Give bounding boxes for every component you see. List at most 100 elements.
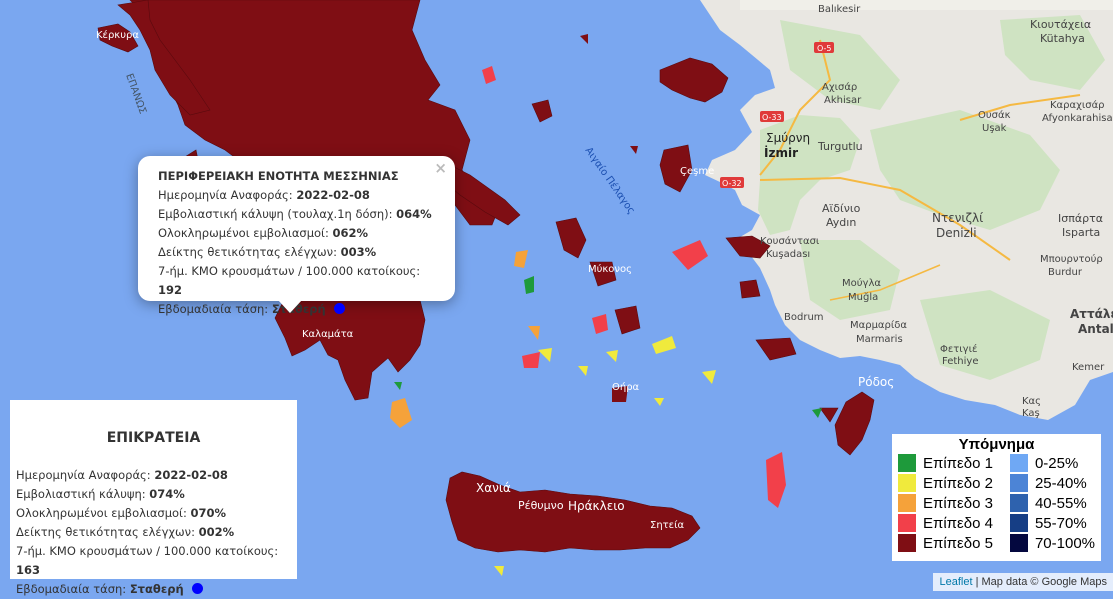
label-rethymno: Ρέθυμνο xyxy=(518,499,564,512)
popup-cases-row: 7-ήμ. ΚΜΟ κρουσμάτων / 100.000 κατοίκους… xyxy=(158,262,441,300)
popup-date-value: 2022-02-08 xyxy=(296,188,370,202)
popup-trend-label: Εβδομαδιαία τάση: xyxy=(158,302,269,316)
label-mugla: Muğla xyxy=(848,291,878,303)
map-data-credit: Map data © Google Maps xyxy=(981,576,1107,588)
legend-label: 55-70% xyxy=(1034,514,1087,532)
popup-full-value: 062% xyxy=(332,226,369,240)
legend-swatch xyxy=(1009,514,1028,532)
road-o33: O-33 xyxy=(762,113,782,122)
label-kutahya-gr: Κιουτάχεια xyxy=(1030,18,1091,31)
popup-title: ΠΕΡΙΦΕΡΕΙΑΚΗ ΕΝΟΤΗΤΑ ΜΕΣΣΗΝΙΑΣ xyxy=(158,169,399,183)
label-denizli: Denizli xyxy=(936,226,977,240)
label-irakleio: Ηράκλειο xyxy=(568,499,625,513)
label-kusadasi: Kuşadası xyxy=(766,249,810,260)
label-smyrni: Σμύρνη xyxy=(766,131,810,145)
trend-dot-icon xyxy=(192,583,204,594)
legend-swatch xyxy=(898,534,916,552)
legend-label: 25-40% xyxy=(1034,474,1087,492)
popup-positivity-label: Δείκτης θετικότητας ελέγχων: xyxy=(158,245,337,259)
national-full-row: Ολοκληρωμένοι εμβολιασμοί: 070% xyxy=(16,504,291,523)
popup-tip xyxy=(278,300,302,313)
national-date-label: Ημερομηνία Αναφοράς: xyxy=(16,468,151,482)
popup-cases-label: 7-ήμ. ΚΜΟ κρουσμάτων / 100.000 κατοίκους… xyxy=(158,264,421,278)
legend-label: Επίπεδο 1 xyxy=(923,454,993,472)
legend-level-2: Επίπεδο 2 xyxy=(898,473,1010,493)
legend-swatch xyxy=(898,494,916,512)
legend-swatch xyxy=(1009,474,1028,492)
attribution-separator: | xyxy=(975,576,979,588)
label-izmir: İzmir xyxy=(764,145,798,160)
popup-close-button[interactable]: × xyxy=(434,159,447,178)
label-chesme: Çeşme xyxy=(680,166,714,177)
legend-levels: Επίπεδο 1 Επίπεδο 2 Επίπεδο 3 Επίπεδο 4 … xyxy=(898,453,1010,553)
road-o32: O-32 xyxy=(722,179,742,188)
legend-coverage-3: 40-55% xyxy=(1009,493,1095,513)
label-marmaris-gr: Μαρμαρίδα xyxy=(850,319,907,331)
label-karahisar-gr: Καραχισάρ xyxy=(1050,99,1105,111)
legend-label: Επίπεδο 4 xyxy=(923,514,993,532)
national-date-value: 2022-02-08 xyxy=(154,468,228,482)
legend-label: 70-100% xyxy=(1034,534,1096,552)
national-cases-value: 163 xyxy=(16,563,41,577)
label-kutahya: Kütahya xyxy=(1040,32,1085,45)
national-panel: ΕΠΙΚΡΑΤΕΙΑ Ημερομηνία Αναφοράς: 2022-02-… xyxy=(10,400,297,596)
label-kas: Kaş xyxy=(1022,408,1040,419)
popup-date-label: Ημερομηνία Αναφοράς: xyxy=(158,188,293,202)
popup-positivity-row: Δείκτης θετικότητας ελέγχων: 003% xyxy=(158,243,441,262)
national-cases-label: 7-ήμ. ΚΜΟ κρουσμάτων / 100.000 κατοίκους… xyxy=(16,544,279,558)
region-popup: × ΠΕΡΙΦΕΡΕΙΑΚΗ ΕΝΟΤΗΤΑ ΜΕΣΣΗΝΙΑΣ Ημερομη… xyxy=(138,156,455,316)
label-turgutlu: Turgutlu xyxy=(817,140,863,153)
label-kerkyra: Κέρκυρα xyxy=(96,29,139,41)
legend-coverage: 0-25% 25-40% 40-55% 55-70% 70-100% xyxy=(1009,453,1096,553)
label-kas-gr: Κας xyxy=(1022,396,1041,407)
label-mykonos: Μύκονος xyxy=(588,263,632,275)
legend-label: Επίπεδο 5 xyxy=(923,534,993,552)
national-positivity-value: 002% xyxy=(198,525,235,539)
label-burdur-gr: Μπουρντούρ xyxy=(1040,253,1103,265)
label-chania: Χανιά xyxy=(476,481,511,495)
national-coverage-row: Εμβολιαστική κάλυψη: 074% xyxy=(16,485,291,504)
legend-label: 40-55% xyxy=(1034,494,1087,512)
national-coverage-value: 074% xyxy=(149,487,185,501)
legend-level-5: Επίπεδο 5 xyxy=(898,533,1010,553)
leaflet-link[interactable]: Leaflet xyxy=(939,576,972,588)
legend-coverage-2: 25-40% xyxy=(1009,473,1095,493)
national-cases-row: 7-ήμ. ΚΜΟ κρουσμάτων / 100.000 κατοίκους… xyxy=(16,542,291,580)
label-kalamata: Καλαμάτα xyxy=(302,328,354,340)
label-rodos: Ρόδος xyxy=(858,375,894,389)
popup-date-row: Ημερομηνία Αναφοράς: 2022-02-08 xyxy=(158,186,441,205)
popup-full-row: Ολοκληρωμένοι εμβολιασμοί: 062% xyxy=(158,224,441,243)
national-date-row: Ημερομηνία Αναφοράς: 2022-02-08 xyxy=(16,466,291,485)
popup-positivity-value: 003% xyxy=(340,245,377,259)
label-sitia: Σητεία xyxy=(650,519,684,531)
legend-coverage-1: 0-25% xyxy=(1009,453,1095,473)
national-coverage-label: Εμβολιαστική κάλυψη: xyxy=(16,487,146,501)
attribution: Leaflet | Map data © Google Maps xyxy=(933,573,1113,591)
label-isparta: Isparta xyxy=(1062,226,1100,239)
legend: Υπόμνημα Επίπεδο 1 Επίπεδο 2 Επίπεδο 3 Ε… xyxy=(892,434,1101,561)
label-isparta-gr: Ισπάρτα xyxy=(1058,212,1103,225)
national-trend-row: Εβδομαδιαία τάση: Σταθερή xyxy=(16,580,291,599)
legend-coverage-4: 55-70% xyxy=(1009,513,1095,533)
label-fethiye: Fethiye xyxy=(942,356,978,367)
popup-full-label: Ολοκληρωμένοι εμβολιασμοί: xyxy=(158,226,329,240)
label-usak-gr: Ουσάκ xyxy=(978,109,1011,121)
national-positivity-label: Δείκτης θετικότητας ελέγχων: xyxy=(16,525,195,539)
label-kousantasi: Κουσάντασι xyxy=(760,235,820,247)
label-burdur: Burdur xyxy=(1048,267,1083,278)
legend-coverage-5: 70-100% xyxy=(1009,533,1096,553)
national-trend-value: Σταθερή xyxy=(129,582,184,596)
label-aydin: Aydın xyxy=(826,216,856,229)
legend-swatch xyxy=(1009,454,1028,472)
label-bodrum: Bodrum xyxy=(784,312,824,323)
legend-label: 0-25% xyxy=(1034,454,1079,472)
national-full-label: Ολοκληρωμένοι εμβολιασμοί: xyxy=(16,506,187,520)
label-ntenizli: Ντενιζλί xyxy=(932,211,983,225)
label-afyon: Afyonkarahisa xyxy=(1042,113,1113,124)
national-title: ΕΠΙΚΡΑΤΕΙΑ xyxy=(106,430,201,446)
legend-level-4: Επίπεδο 4 xyxy=(898,513,1010,533)
popup-coverage-value: 064% xyxy=(396,207,432,221)
national-full-value: 070% xyxy=(190,506,227,520)
legend-level-3: Επίπεδο 3 xyxy=(898,493,1010,513)
legend-swatch xyxy=(898,514,916,532)
